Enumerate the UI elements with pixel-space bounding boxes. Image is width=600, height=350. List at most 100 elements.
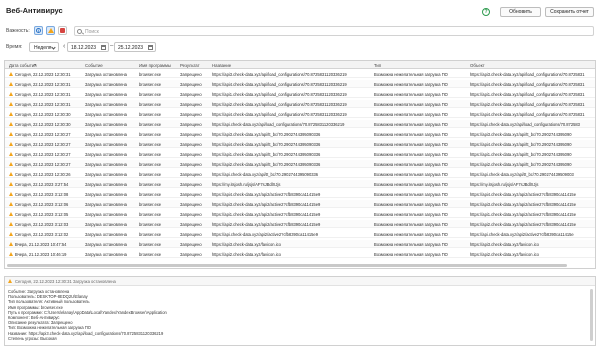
table-row[interactable]: Сегодня, 22.12.2023 12:30:31 Загрузка ост… — [5, 100, 595, 108]
warning-icon — [9, 171, 13, 176]
cell-program: browser.exe — [139, 91, 162, 97]
event-detail-panel: Сегодня, 22.12.2023 12:30:31 Загрузка ос… — [4, 276, 596, 346]
help-icon[interactable]: ? — [482, 8, 490, 16]
cell-event: Загрузка остановлена — [85, 221, 127, 227]
cell-event: Загрузка остановлена — [85, 71, 127, 77]
cell-event: Загрузка остановлена — [85, 161, 127, 167]
warning-icon — [9, 161, 13, 166]
detail-body: Событие: Загрузка остановлена Пользовател… — [8, 289, 568, 341]
table-row[interactable]: Сегодня, 22.12.2023 3:27:54 Загрузка оста… — [5, 180, 595, 188]
table-row[interactable]: Вчера, 21.12.2023 10:46:19 Загрузка остан… — [5, 250, 595, 258]
cell-result: Запрещено — [180, 121, 202, 127]
table-row[interactable]: Сегодня, 22.12.2023 3:12:03 Загрузка оста… — [5, 220, 595, 228]
period-select[interactable]: Неделя — [29, 42, 59, 52]
calendar-icon[interactable] — [148, 44, 153, 50]
column-header-date[interactable]: Дата события — [9, 63, 37, 68]
cell-result: Запрещено — [180, 131, 202, 137]
table-row[interactable]: Сегодня, 22.12.2023 12:30:31 Загрузка ост… — [5, 80, 595, 88]
cell-program: browser.exe — [139, 231, 162, 237]
cell-name: https://my.itsjosh.ru/jsjs/AF7sJBdlXJjs — [212, 181, 281, 187]
table-row[interactable]: Сегодня, 22.12.2023 3:12:05 Загрузка оста… — [5, 210, 595, 218]
date-from-value: 18.12.2023 — [71, 44, 97, 51]
refresh-button[interactable]: Обновить — [500, 7, 541, 17]
detail-header: Сегодня, 22.12.2023 12:30:31 Загрузка ос… — [5, 277, 595, 286]
column-header-result[interactable]: Результат — [180, 63, 200, 68]
column-header-type[interactable]: Тип — [374, 63, 381, 68]
table-row[interactable]: Сегодня, 22.12.2023 12:30:31 Загрузка ост… — [5, 90, 595, 98]
column-header-object[interactable]: Объект — [470, 63, 485, 68]
cell-object: https://api4.check-data.xyz/api/load_con… — [470, 111, 585, 117]
warning-icon — [9, 121, 13, 126]
column-header-program[interactable]: Имя программы — [139, 63, 171, 68]
cell-result: Запрещено — [180, 101, 202, 107]
cell-event: Загрузка остановлена — [85, 151, 127, 157]
warning-icon — [9, 101, 13, 106]
table-row[interactable]: Вчера, 21.12.2023 10:47:54 Загрузка остан… — [5, 240, 595, 248]
cell-event: Загрузка остановлена — [85, 201, 127, 207]
cell-object: https://api2.check-data.xyz/favicon.ico — [470, 251, 539, 257]
severity-critical-toggle[interactable] — [58, 26, 67, 35]
cell-program: browser.exe — [139, 151, 162, 157]
table-row[interactable]: Сегодня, 22.12.2023 3:12:06 Загрузка оста… — [5, 200, 595, 208]
table-row[interactable]: Сегодня, 22.12.2023 3:12:08 Загрузка оста… — [5, 190, 595, 198]
chevron-down-icon — [51, 44, 56, 50]
column-header-event[interactable]: Событие — [85, 63, 103, 68]
cell-date: Сегодня, 22.12.2023 12:30:30 — [15, 121, 71, 127]
cell-program: browser.exe — [139, 221, 162, 227]
table-row[interactable]: Сегодня, 22.12.2023 12:30:27 Загрузка ост… — [5, 150, 595, 158]
cell-date: Сегодня, 22.12.2023 12:30:27 — [15, 131, 71, 137]
cell-name: https://api4.check-data.xyz/api/load_con… — [212, 81, 347, 87]
table-row[interactable]: Сегодня, 22.12.2023 3:12:02 Загрузка оста… — [5, 230, 595, 238]
table-row[interactable]: Сегодня, 22.12.2023 12:30:31 Загрузка ост… — [5, 70, 595, 78]
cell-event: Загрузка остановлена — [85, 141, 127, 147]
cell-program: browser.exe — [139, 211, 162, 217]
prev-period-arrow-icon[interactable]: ‹ — [63, 42, 65, 52]
table-header: Дата события Событие Имя программы Резул… — [5, 61, 595, 69]
search-input[interactable]: Поиск — [74, 26, 594, 36]
table-row[interactable]: Сегодня, 22.12.2023 12:30:27 Загрузка ост… — [5, 130, 595, 138]
cell-event: Загрузка остановлена — [85, 191, 127, 197]
date-from-field[interactable]: 18.12.2023 — [67, 42, 109, 52]
cell-result: Запрещено — [180, 221, 202, 227]
cell-name: https://api2.check-data.xyz/api/load_con… — [212, 101, 347, 107]
cell-date: Сегодня, 22.12.2023 3:12:05 — [15, 211, 69, 217]
cell-program: browser.exe — [139, 251, 162, 257]
severity-warning-toggle[interactable] — [46, 26, 55, 35]
table-row[interactable]: Сегодня, 22.12.2023 12:30:30 Загрузка ост… — [5, 110, 595, 118]
cell-result: Запрещено — [180, 111, 202, 117]
calendar-icon[interactable] — [101, 44, 106, 50]
cell-program: browser.exe — [139, 71, 162, 77]
cell-date: Сегодня, 22.12.2023 3:12:02 — [15, 231, 69, 237]
table-row[interactable]: Сегодня, 22.12.2023 12:30:26 Загрузка ост… — [5, 170, 595, 178]
detail-line: Степень угрозы: Высокая — [8, 335, 57, 341]
cell-name: https://api4.check-data.xyz/api/tt_bc/70… — [212, 141, 321, 147]
cell-name: https://api3.check-data.xyz/api/load_con… — [212, 71, 347, 77]
table-row[interactable]: Сегодня, 22.12.2023 12:30:30 Загрузка ост… — [5, 120, 595, 128]
cell-name: https://api3.check-data.xyz/favicon.ico — [212, 241, 281, 247]
cell-event: Загрузка остановлена — [85, 101, 127, 107]
cell-object: https://api4.check-data.xyz/api2/active2… — [470, 191, 576, 197]
horizontal-scrollbar[interactable] — [7, 264, 567, 267]
cell-program: browser.exe — [139, 181, 162, 187]
cell-type: Возможна нежелательная загрузка ПО — [374, 251, 448, 257]
cell-date: Вчера, 21.12.2023 10:46:19 — [15, 251, 67, 257]
date-to-field[interactable]: 25.12.2023 — [114, 42, 156, 52]
table-row[interactable]: Сегодня, 22.12.2023 12:30:27 Загрузка ост… — [5, 140, 595, 148]
cell-result: Запрещено — [180, 71, 202, 77]
cell-name: https://api2.check-data.xyz/api2/active2… — [212, 221, 321, 227]
table-row[interactable]: Сегодня, 22.12.2023 12:30:27 Загрузка ост… — [5, 160, 595, 168]
cell-object: https://api1.check-data.xyz/api2/active2… — [470, 211, 576, 217]
cell-date: Сегодня, 22.12.2023 3:12:08 — [15, 191, 69, 197]
cell-program: browser.exe — [139, 131, 162, 137]
cell-type: Возможна нежелательная загрузка ПО — [374, 111, 448, 117]
severity-info-toggle[interactable]: i — [34, 26, 43, 35]
cell-name: https://api4.check-data.xyz/api2/active2… — [212, 191, 321, 197]
cell-object: https://api.check-data.xyz/api/tt_bc/70.… — [470, 171, 574, 177]
column-header-name[interactable]: Название — [212, 63, 231, 68]
events-table: Дата события Событие Имя программы Резул… — [4, 60, 596, 269]
cell-object: https://api3.check-data.xyz/api/tt_bc/70… — [470, 131, 572, 137]
cell-result: Запрещено — [180, 241, 202, 247]
warning-icon — [8, 279, 12, 283]
save-report-button[interactable]: Сохранить отчет — [545, 7, 594, 17]
vertical-scrollbar[interactable] — [590, 289, 593, 341]
